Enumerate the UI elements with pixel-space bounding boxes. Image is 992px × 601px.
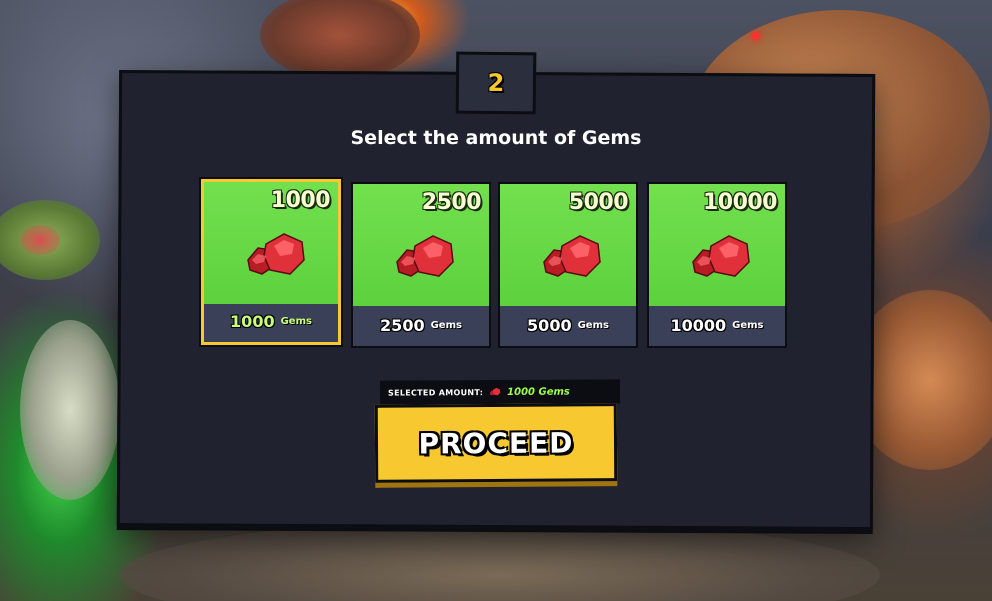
proceed-button[interactable]: PROCEED [374,403,618,483]
gem-icon [692,235,750,277]
gem-option-label-unit: Gems [732,319,764,331]
gem-option-label-number: 1000 [230,311,275,331]
selected-amount-bar: SELECTED AMOUNT: 1000 Gems [379,379,621,405]
horn-figure [20,320,120,500]
gem-icon [489,387,501,396]
dialog-title: Select the amount of Gems [350,127,642,149]
gem-option-banner: 10000 [649,184,785,306]
gem-option-2500[interactable]: 2500 2500 Gems [351,182,491,348]
bear-eye [752,32,760,40]
gem-option-banner: 5000 [500,184,636,306]
gem-option-1000[interactable]: 1000 1000 Gems [199,177,343,347]
gem-option-banner: 2500 [353,184,489,306]
gem-option-label: 1000 Gems [204,300,338,342]
gem-option-amount: 1000 [270,188,331,213]
gem-option-label-unit: Gems [430,319,462,331]
gem-option-label: 5000 Gems [500,304,636,346]
selected-amount-label: SELECTED AMOUNT: [387,387,484,398]
gem-option-label-number: 2500 [380,315,425,335]
step-number: 2 [487,68,505,98]
gem-option-amount: 10000 [702,190,778,215]
army-crowd [120,520,880,601]
robot-figure [260,0,420,80]
proceed-button-label: PROCEED [418,425,574,461]
dragon-mouth [20,225,60,255]
gem-option-label-number: 10000 [670,315,727,335]
step-badge: 2 [455,51,537,115]
gem-option-banner: 1000 [204,182,338,304]
gem-icon [247,233,305,275]
gem-option-label-unit: Gems [577,319,609,331]
gem-icon [396,235,454,277]
gem-option-amount: 2500 [421,190,482,215]
gem-option-label: 10000 Gems [649,304,785,346]
gem-option-5000[interactable]: 5000 5000 Gems [498,182,638,348]
gem-icon [543,235,601,277]
gem-option-10000[interactable]: 10000 10000 Gems [647,182,787,348]
gem-option-amount: 5000 [568,190,629,215]
gem-option-label: 2500 Gems [353,304,489,346]
gem-option-label-unit: Gems [280,315,312,327]
selected-amount-value: 1000 Gems [507,386,570,398]
gem-option-label-number: 5000 [527,315,572,335]
